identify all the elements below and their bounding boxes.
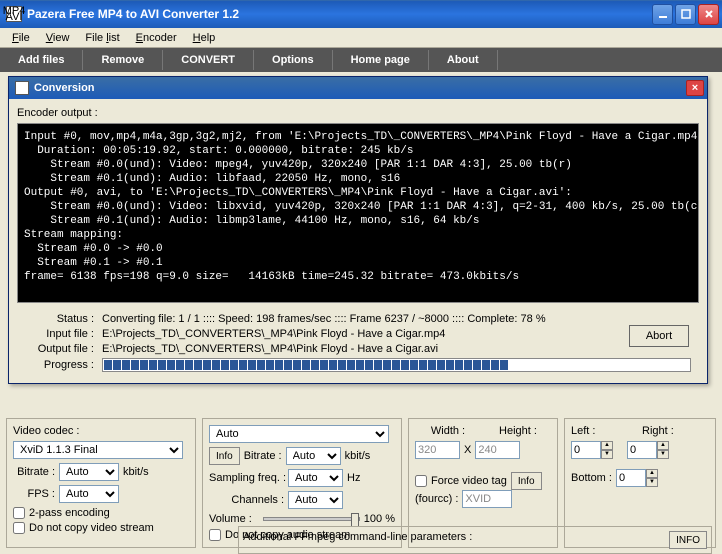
- audio-bitrate-unit: kbit/s: [345, 450, 371, 462]
- window-title: Pazera Free MP4 to AVI Converter 1.2: [27, 7, 652, 21]
- progress-bar: [102, 358, 691, 372]
- right-down[interactable]: ▼: [657, 450, 669, 459]
- app-icon: MP4AVI: [6, 6, 22, 22]
- video-bitrate-unit: kbit/s: [123, 466, 149, 478]
- fourcc-input[interactable]: [462, 490, 512, 508]
- channels-select[interactable]: Auto: [288, 491, 343, 509]
- twopass-label: 2-pass encoding: [29, 507, 110, 519]
- extra-params: Additional FFmpeg command-line parameter…: [238, 526, 712, 554]
- audio-bitrate-select[interactable]: Auto: [286, 447, 341, 465]
- minimize-button[interactable]: [652, 4, 673, 25]
- abort-button[interactable]: Abort: [629, 325, 689, 347]
- twopass-checkbox[interactable]: [13, 507, 25, 519]
- dialog-titlebar: Conversion ×: [9, 77, 707, 99]
- toolbar-convert[interactable]: CONVERT: [163, 50, 254, 70]
- video-codec-label: Video codec :: [13, 425, 79, 437]
- main-titlebar: MP4AVI Pazera Free MP4 to AVI Converter …: [0, 0, 722, 28]
- right-input[interactable]: [627, 441, 657, 459]
- toolbar-addfiles[interactable]: Add files: [0, 50, 83, 70]
- forcetag-label: Force video tag: [431, 475, 507, 487]
- status-label: Status :: [17, 313, 102, 325]
- encoder-console: Input #0, mov,mp4,m4a,3gp,3g2,mj2, from …: [17, 123, 699, 303]
- video-bitrate-select[interactable]: Auto: [59, 463, 119, 481]
- forcetag-info-button[interactable]: Info: [511, 472, 542, 490]
- nocopy-video-label: Do not copy video stream: [29, 522, 154, 534]
- menu-encoder[interactable]: Encoder: [128, 30, 185, 46]
- nocopy-audio-checkbox[interactable]: [209, 529, 221, 541]
- extra-info-button[interactable]: INFO: [669, 531, 707, 549]
- video-fps-label: FPS :: [13, 488, 55, 500]
- inputfile-label: Input file :: [17, 328, 102, 340]
- volume-slider[interactable]: [263, 517, 360, 521]
- toolbar-homepage[interactable]: Home page: [333, 50, 429, 70]
- progress-label: Progress :: [17, 359, 102, 371]
- toolbar: Add files Remove CONVERT Options Home pa…: [0, 48, 722, 72]
- channels-label: Channels :: [209, 494, 284, 506]
- menu-file[interactable]: File: [4, 30, 38, 46]
- sampling-label: Sampling freq. :: [209, 472, 284, 484]
- bottom-input[interactable]: [616, 469, 646, 487]
- menu-filelist[interactable]: File list: [77, 30, 127, 46]
- audio-info-button[interactable]: Info: [209, 447, 240, 465]
- forcetag-checkbox[interactable]: [415, 475, 427, 487]
- dialog-close-button[interactable]: ×: [686, 80, 704, 96]
- encoder-output-label: Encoder output :: [17, 107, 699, 119]
- volume-label: Volume :: [209, 513, 259, 525]
- left-up[interactable]: ▲: [601, 441, 613, 450]
- width-label: Width :: [431, 425, 465, 437]
- menu-help[interactable]: Help: [185, 30, 224, 46]
- left-input[interactable]: [571, 441, 601, 459]
- right-up[interactable]: ▲: [657, 441, 669, 450]
- outputfile-label: Output file :: [17, 343, 102, 355]
- close-button[interactable]: [698, 4, 719, 25]
- menu-bar: File View File list Encoder Help: [0, 28, 722, 48]
- audio-top-select[interactable]: Auto: [209, 425, 389, 443]
- inputfile-value: E:\Projects_TD\_CONVERTERS\_MP4\Pink Flo…: [102, 328, 699, 340]
- toolbar-about[interactable]: About: [429, 50, 498, 70]
- maximize-button[interactable]: [675, 4, 696, 25]
- volume-value: 100 %: [364, 513, 395, 525]
- extra-label: Additional FFmpeg command-line parameter…: [243, 531, 472, 543]
- height-label: Height :: [499, 425, 537, 437]
- nocopy-video-checkbox[interactable]: [13, 522, 25, 534]
- width-input[interactable]: [415, 441, 460, 459]
- bottom-up[interactable]: ▲: [646, 469, 658, 478]
- bottom-down[interactable]: ▼: [646, 478, 658, 487]
- conversion-dialog: Conversion × Encoder output : Input #0, …: [8, 76, 708, 384]
- sampling-select[interactable]: Auto: [288, 469, 343, 487]
- outputfile-value: E:\Projects_TD\_CONVERTERS\_MP4\Pink Flo…: [102, 343, 699, 355]
- sampling-unit: Hz: [347, 472, 360, 484]
- video-fps-select[interactable]: Auto: [59, 485, 119, 503]
- toolbar-options[interactable]: Options: [254, 50, 333, 70]
- video-panel: Video codec : XviD 1.1.3 Final Bitrate :…: [6, 418, 196, 548]
- fourcc-label: (fourcc) :: [415, 493, 458, 505]
- left-down[interactable]: ▼: [601, 450, 613, 459]
- right-label: Right :: [642, 425, 674, 437]
- dialog-title: Conversion: [34, 82, 686, 94]
- left-label: Left :: [571, 425, 595, 437]
- bottom-label: Bottom :: [571, 472, 612, 484]
- status-value: Converting file: 1 / 1 :::: Speed: 198 f…: [102, 313, 699, 325]
- audio-bitrate-label: Bitrate :: [244, 450, 282, 462]
- video-bitrate-label: Bitrate :: [13, 466, 55, 478]
- menu-view[interactable]: View: [38, 30, 78, 46]
- dim-x: X: [464, 444, 471, 456]
- dialog-icon: [15, 81, 29, 95]
- video-codec-select[interactable]: XviD 1.1.3 Final: [13, 441, 183, 459]
- height-input[interactable]: [475, 441, 520, 459]
- toolbar-remove[interactable]: Remove: [83, 50, 163, 70]
